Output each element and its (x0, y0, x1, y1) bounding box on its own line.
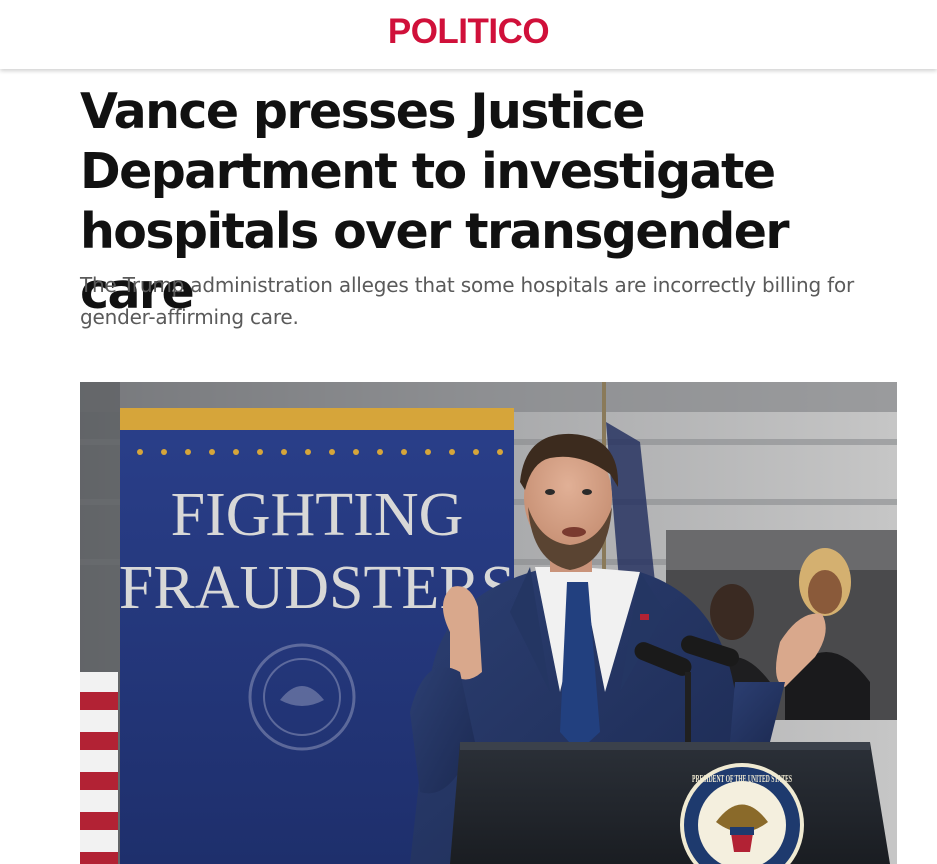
hero-image: FIGHTING FRAUDSTERS PRESIDENT OF THE UNI… (80, 382, 897, 864)
politico-logo[interactable]: POLITICO (0, 12, 937, 52)
podium: PRESIDENT OF THE UNITED STATES (450, 742, 890, 864)
seal-text: PRESIDENT OF THE UNITED STATES (692, 773, 792, 785)
banner-line1: FIGHTING (171, 481, 464, 549)
flag-left (80, 672, 118, 864)
site-header: POLITICO (0, 0, 937, 69)
hero-photo: FIGHTING FRAUDSTERS PRESIDENT OF THE UNI… (80, 382, 897, 864)
presidential-seal-icon: PRESIDENT OF THE UNITED STATES (680, 763, 804, 864)
article-dek: The Trump administration alleges that so… (80, 273, 855, 329)
